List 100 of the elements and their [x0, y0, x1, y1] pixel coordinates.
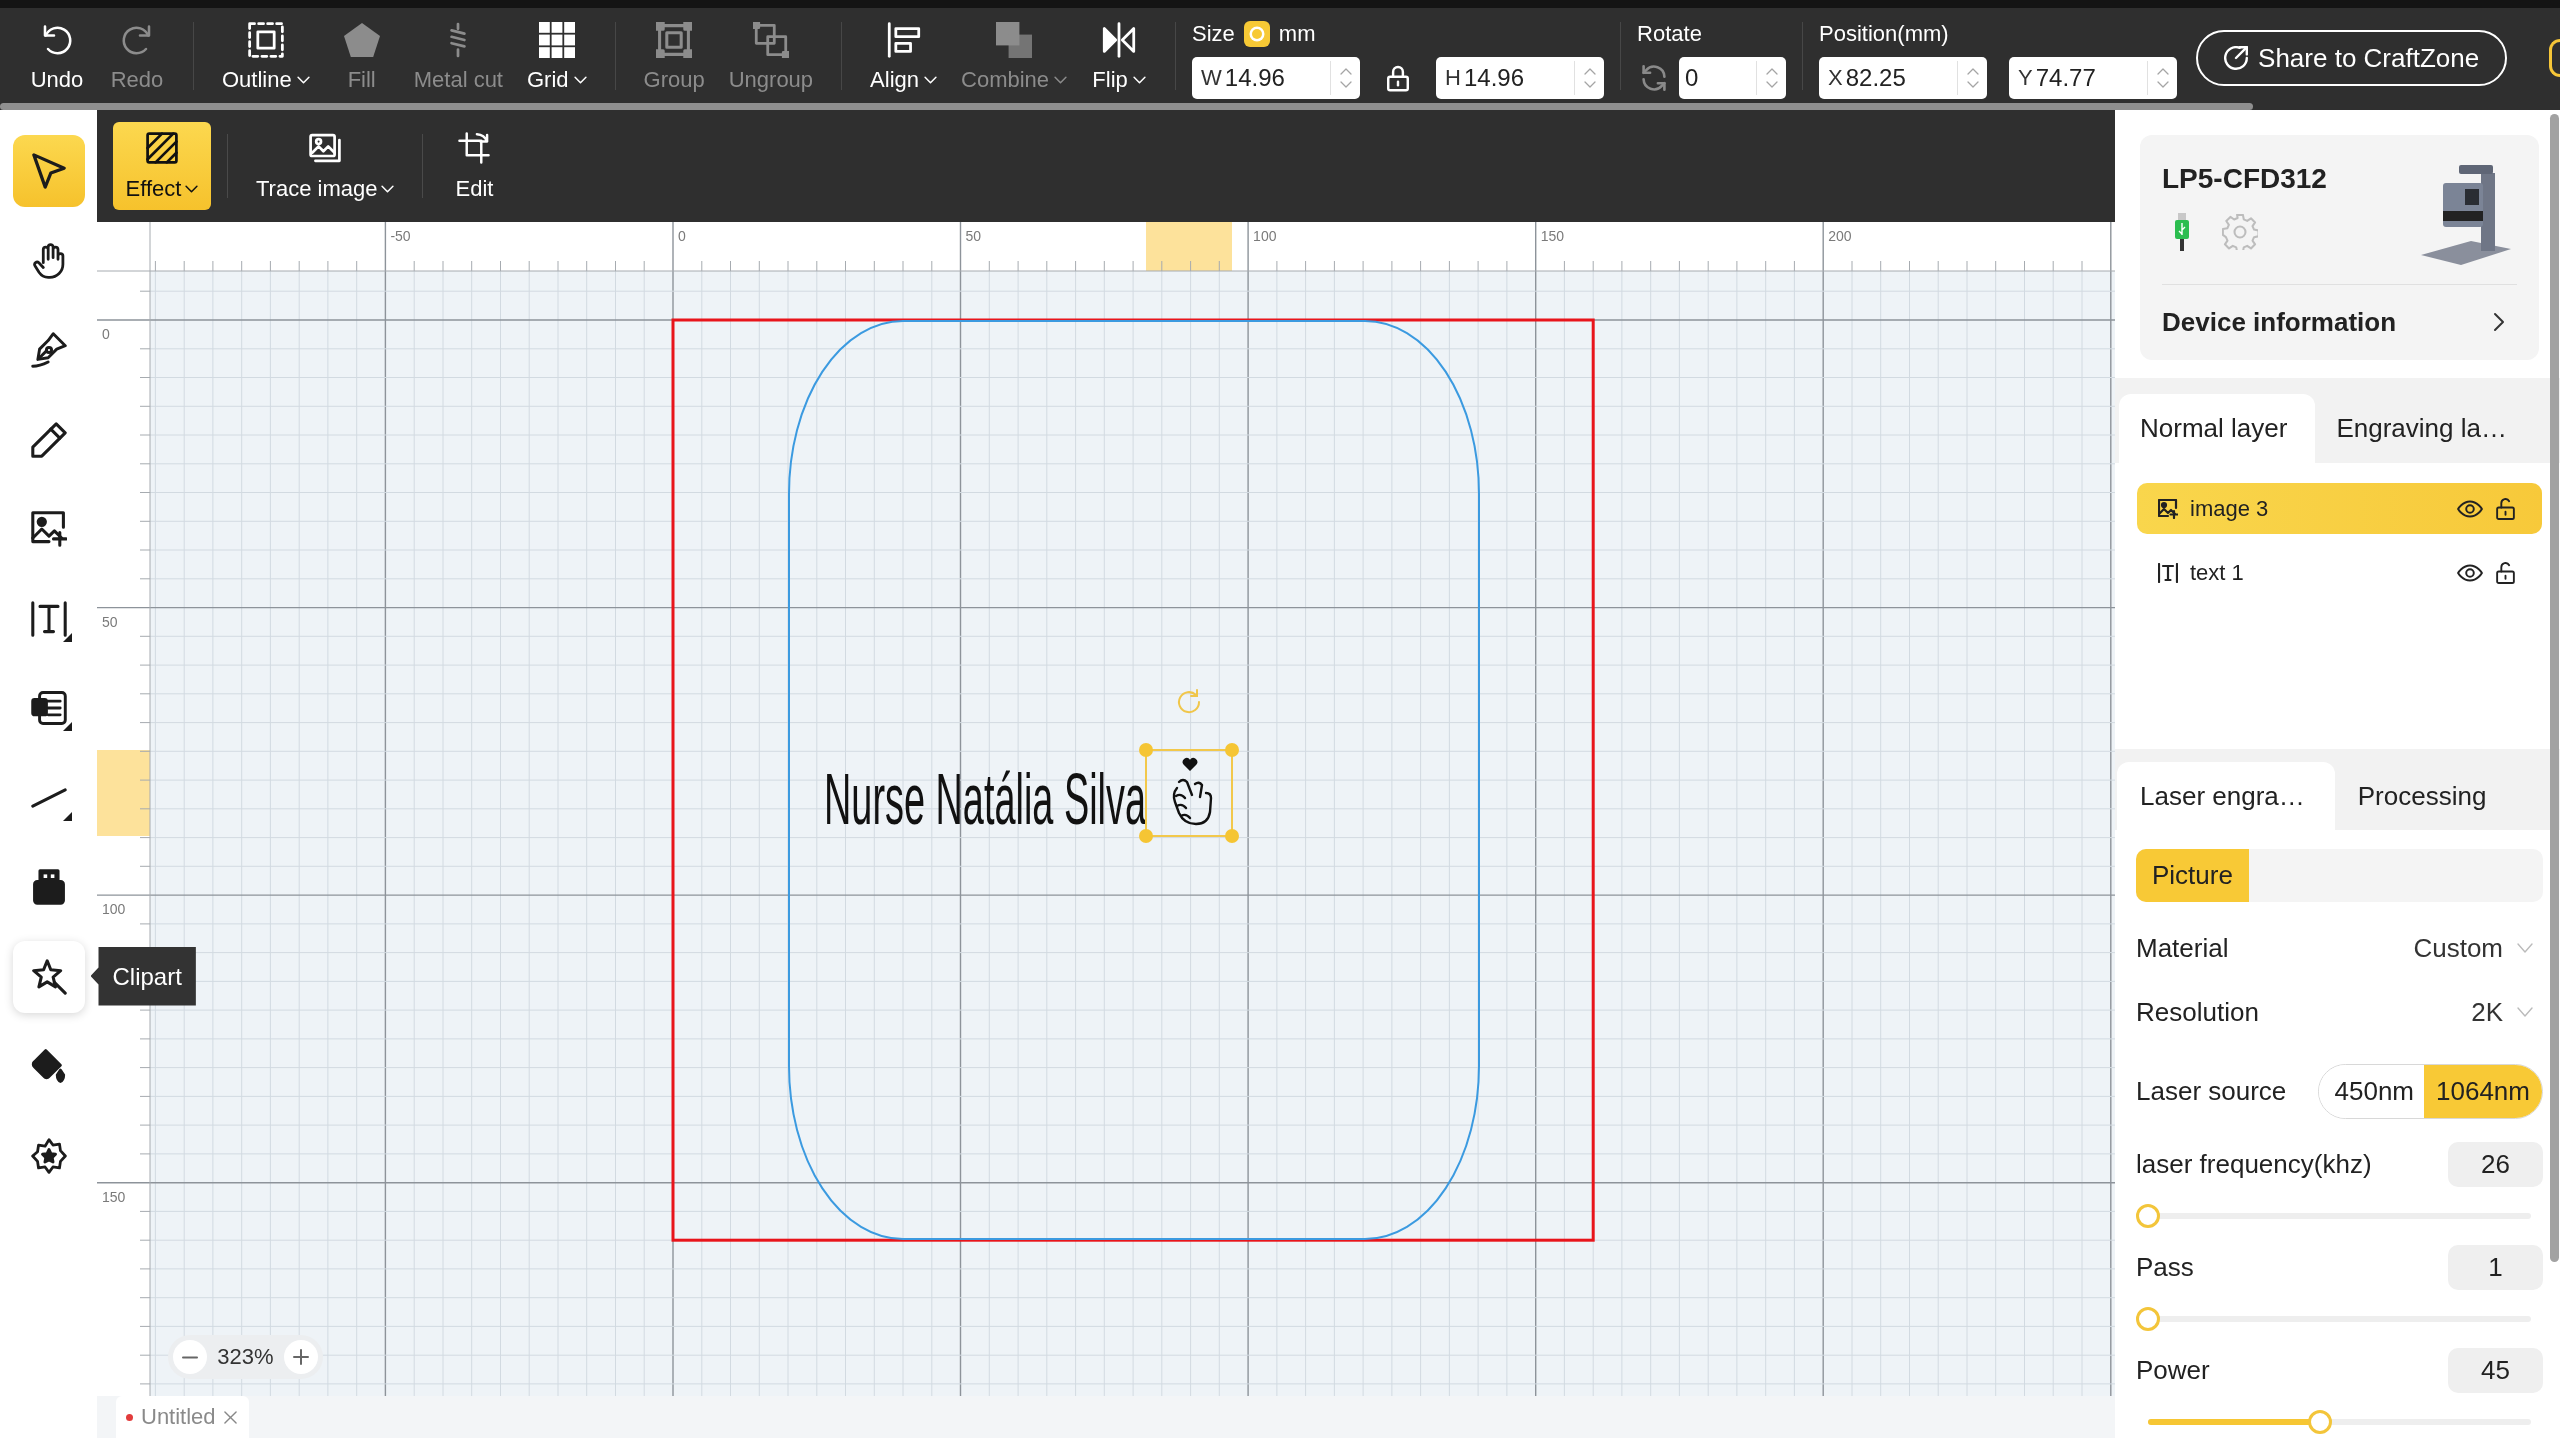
chevron-up-icon[interactable] [1583, 68, 1596, 75]
toolbar-button[interactable]: Effect [113, 122, 211, 210]
crop-rotate-icon [458, 132, 491, 164]
segment-option[interactable]: 1064nm [2424, 1064, 2542, 1118]
settings-icon[interactable] [2222, 214, 2258, 250]
toolbar-button[interactable]: Outline [210, 8, 322, 102]
toolbar-button[interactable]: Undo [17, 8, 97, 102]
align-left-icon [885, 22, 922, 58]
tab[interactable]: Processing [2334, 762, 2517, 830]
group-icon [656, 22, 693, 58]
layer-row[interactable]: image 3 [2137, 483, 2542, 534]
chevron-down-icon[interactable] [1583, 81, 1596, 88]
tool-button[interactable] [12, 135, 85, 207]
chevron-right-icon [2493, 312, 2505, 332]
device-name: LP5-CFD312 [2162, 162, 2327, 196]
caret-icon [2517, 943, 2533, 953]
rotate-handle-icon[interactable] [1178, 689, 1200, 714]
tab[interactable]: Engraving la… [2315, 394, 2535, 463]
rotate-field[interactable]: 0 [1679, 57, 1787, 99]
lock-icon[interactable] [1387, 64, 1410, 92]
field-prefix: X [1828, 65, 1843, 91]
setting-label: Power [2136, 1354, 2210, 1386]
zoom-in-button[interactable] [284, 1340, 318, 1374]
value-field[interactable]: 26 [2448, 1141, 2543, 1187]
setting-label: Laser source [2136, 1075, 2287, 1107]
eye-icon[interactable] [2457, 563, 2483, 582]
resize-handle[interactable] [1139, 743, 1153, 757]
resize-handle[interactable] [1225, 829, 1239, 843]
ruler-label: 150 [1540, 228, 1565, 244]
ruler-label: 100 [102, 901, 126, 918]
rotate-icon [1641, 65, 1668, 91]
hand-heart-icon [1172, 758, 1213, 826]
hatched-square-icon [146, 132, 178, 164]
chevron-up-icon[interactable] [1765, 68, 1778, 75]
star-wand-icon [30, 958, 67, 995]
hand-icon [30, 242, 67, 279]
ruler-label: 150 [102, 1188, 126, 1205]
spreadsheet-icon [30, 690, 67, 726]
ruler-label: 50 [102, 613, 118, 630]
value-field[interactable]: 45 [2448, 1347, 2543, 1393]
chevron-down-icon[interactable] [2156, 81, 2169, 88]
plus-icon [293, 1349, 309, 1365]
scrollbar-thumb[interactable] [0, 102, 2253, 110]
chevron-up-icon[interactable] [2156, 68, 2169, 75]
pointer-icon [30, 153, 67, 189]
width-field[interactable]: W14.96 [1192, 57, 1361, 99]
slider-thumb[interactable] [2308, 1409, 2333, 1434]
share-icon [2224, 46, 2249, 70]
caret-icon [2517, 1007, 2533, 1017]
chevron-down-icon[interactable] [1765, 81, 1778, 88]
connector-icon [30, 869, 67, 905]
minus-icon [182, 1355, 198, 1359]
zoom-out-button[interactable] [173, 1340, 207, 1374]
chevron-up-icon[interactable] [1966, 68, 1979, 75]
canvas-text: Nurse Natália Silva [824, 758, 1146, 839]
close-icon[interactable] [223, 1410, 237, 1424]
y-position-field[interactable]: Y 74.77 [2009, 57, 2178, 99]
resize-handle[interactable] [1139, 829, 1153, 843]
select-dropdown[interactable]: 2K [2471, 996, 2543, 1028]
toolbar-button[interactable]: Edit [439, 122, 510, 210]
toolbar-button[interactable]: Align [858, 8, 949, 102]
picture-icon [309, 132, 342, 164]
ring-icon[interactable] [2549, 39, 2560, 77]
x-position-field[interactable]: X 82.25 [1819, 57, 1988, 99]
text-icon [2158, 562, 2178, 583]
chevron-down-icon[interactable] [1966, 81, 1979, 88]
layer-row[interactable]: text 1 [2137, 547, 2542, 598]
ruler-label: 200 [1828, 228, 1852, 244]
chevron-up-icon[interactable] [1339, 68, 1352, 75]
scrollbar-thumb[interactable] [2550, 114, 2559, 1262]
tab[interactable]: Laser engra… [2117, 762, 2335, 830]
select-dropdown[interactable]: Custom [2413, 932, 2543, 964]
pentagon-icon [343, 22, 380, 58]
unit-checkbox[interactable] [1243, 21, 1270, 47]
setting-label: laser frequency(khz) [2136, 1148, 2372, 1180]
mode-tab[interactable]: Picture [2136, 849, 2249, 902]
toolbar-button[interactable]: Trace image [244, 122, 407, 210]
image-add-icon [30, 511, 67, 547]
toolbar-button[interactable]: Grid [515, 8, 599, 102]
text-icon [30, 600, 67, 637]
unit-label: mm [1278, 21, 1316, 47]
unlock-icon[interactable] [2496, 561, 2515, 584]
slider-thumb[interactable] [2136, 1306, 2160, 1331]
field-prefix: Y [2018, 65, 2033, 91]
resize-handle[interactable] [1225, 743, 1239, 757]
height-field[interactable]: H 14.96 [1436, 57, 1605, 99]
toolbar-button[interactable]: Flip [1079, 8, 1160, 102]
ruler-label: -50 [390, 228, 411, 244]
position-label: Position(mm) [1819, 21, 1949, 47]
tab[interactable]: Normal layer [2119, 394, 2316, 463]
size-label: Size [1192, 21, 1235, 47]
tool-button[interactable] [12, 940, 85, 1013]
paint-bucket-icon [30, 1048, 67, 1084]
slider-thumb[interactable] [2136, 1203, 2160, 1228]
device-info-button[interactable]: Device information [2162, 285, 2517, 359]
value-field[interactable]: 1 [2448, 1244, 2543, 1290]
share-button[interactable]: Share to CraftZone [2196, 30, 2508, 86]
eye-icon[interactable] [2457, 499, 2483, 518]
unlock-icon[interactable] [2496, 497, 2515, 520]
chevron-down-icon[interactable] [1339, 81, 1352, 88]
